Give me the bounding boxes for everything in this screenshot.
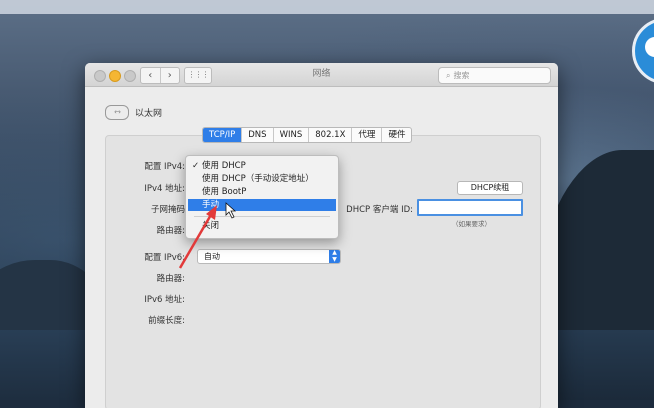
annotation-arrow-head <box>206 205 217 220</box>
mouse-cursor-icon <box>225 202 237 219</box>
annotation-arrow-line <box>178 212 214 269</box>
annotation-arrow <box>178 202 237 269</box>
